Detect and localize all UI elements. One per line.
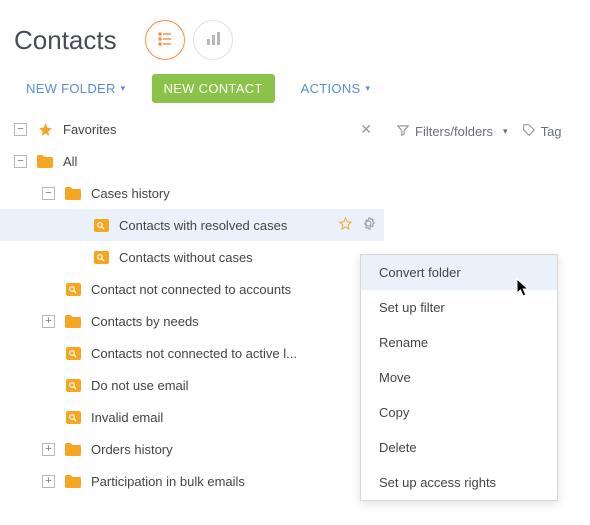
tree-row-not-active[interactable]: Contacts not connected to active l... [0, 337, 384, 369]
tree-row-cases-history[interactable]: − Cases history [0, 177, 384, 209]
folder-icon [65, 474, 81, 488]
menu-delete[interactable]: Delete [361, 430, 557, 465]
tree-row-invalid[interactable]: Invalid email [0, 401, 384, 433]
menu-rename[interactable]: Rename [361, 325, 557, 360]
caret-down-icon: ▾ [503, 126, 508, 137]
tree-label: Orders history [91, 442, 173, 457]
menu-convert-folder[interactable]: Convert folder [361, 255, 557, 290]
menu-move[interactable]: Move [361, 360, 557, 395]
menu-setup-filter[interactable]: Set up filter [361, 290, 557, 325]
tree-label: Participation in bulk emails [91, 474, 245, 489]
tree-label: Contacts by needs [91, 314, 199, 329]
tree-row-orders[interactable]: + Orders history [0, 433, 384, 465]
collapse-toggle[interactable]: − [42, 187, 55, 200]
folder-icon [65, 442, 81, 456]
filter-folder-icon [93, 218, 109, 232]
new-contact-button[interactable]: NEW CONTACT [152, 74, 275, 103]
tree-label: Contact not connected to accounts [91, 282, 291, 297]
tree-row-no-email[interactable]: Do not use email [0, 369, 384, 401]
tree-label: All [63, 154, 77, 169]
gear-icon[interactable] [361, 216, 376, 234]
tree-label: Invalid email [91, 410, 163, 425]
analytics-view-button[interactable] [193, 20, 233, 60]
tree-row-by-needs[interactable]: + Contacts by needs [0, 305, 384, 337]
tree-row-favorites[interactable]: − Favorites ✕ [0, 113, 384, 145]
list-view-button[interactable] [145, 20, 185, 60]
tag-label: Tag [541, 124, 562, 139]
collapse-toggle[interactable]: − [14, 155, 27, 168]
menu-copy[interactable]: Copy [361, 395, 557, 430]
caret-down-icon: ▾ [121, 83, 126, 94]
actions-label: ACTIONS [301, 81, 361, 96]
actions-button[interactable]: ACTIONS ▾ [289, 74, 383, 103]
new-folder-button[interactable]: NEW FOLDER ▾ [14, 74, 138, 103]
expand-toggle[interactable]: + [42, 443, 55, 456]
tree-label: Contacts with resolved cases [119, 218, 287, 233]
filter-folder-icon [65, 410, 81, 424]
tree-label: Do not use email [91, 378, 189, 393]
collapse-toggle[interactable]: − [14, 123, 27, 136]
filters-label: Filters/folders [415, 124, 493, 139]
list-icon [156, 30, 174, 51]
tree-label: Contacts without cases [119, 250, 253, 265]
folder-tree: − Favorites ✕ − All − Cases history Cont… [0, 113, 384, 497]
tree-row-all[interactable]: − All [0, 145, 384, 177]
folder-icon [37, 154, 53, 168]
filter-folder-icon [65, 346, 81, 360]
expand-toggle[interactable]: + [42, 315, 55, 328]
bar-chart-icon [205, 31, 221, 50]
page-title: Contacts [14, 25, 117, 56]
filters-folders-button[interactable]: Filters/folders ▾ [396, 123, 508, 140]
tree-label: Cases history [91, 186, 170, 201]
filter-folder-icon [65, 282, 81, 296]
tag-button[interactable]: Tag [522, 123, 562, 140]
folder-icon [65, 186, 81, 200]
expand-toggle[interactable]: + [42, 475, 55, 488]
tree-label: Favorites [63, 122, 116, 137]
star-icon [37, 122, 53, 136]
filter-folder-icon [93, 250, 109, 264]
tag-icon [522, 123, 536, 140]
close-icon[interactable]: ✕ [356, 121, 376, 138]
tree-row-resolved[interactable]: Contacts with resolved cases [0, 209, 384, 241]
tree-row-not-connected[interactable]: Contact not connected to accounts [0, 273, 384, 305]
context-menu: Convert folder Set up filter Rename Move… [360, 254, 558, 501]
star-outline-icon[interactable] [338, 216, 353, 234]
menu-access-rights[interactable]: Set up access rights [361, 465, 557, 500]
folder-icon [65, 314, 81, 328]
tree-row-bulk[interactable]: + Participation in bulk emails [0, 465, 384, 497]
tree-row-without[interactable]: Contacts without cases [0, 241, 384, 273]
filter-folder-icon [65, 378, 81, 392]
tree-label: Contacts not connected to active l... [91, 346, 297, 361]
new-folder-label: NEW FOLDER [26, 81, 116, 96]
caret-down-icon: ▾ [366, 83, 371, 94]
filter-icon [396, 123, 410, 140]
new-contact-label: NEW CONTACT [164, 81, 263, 96]
